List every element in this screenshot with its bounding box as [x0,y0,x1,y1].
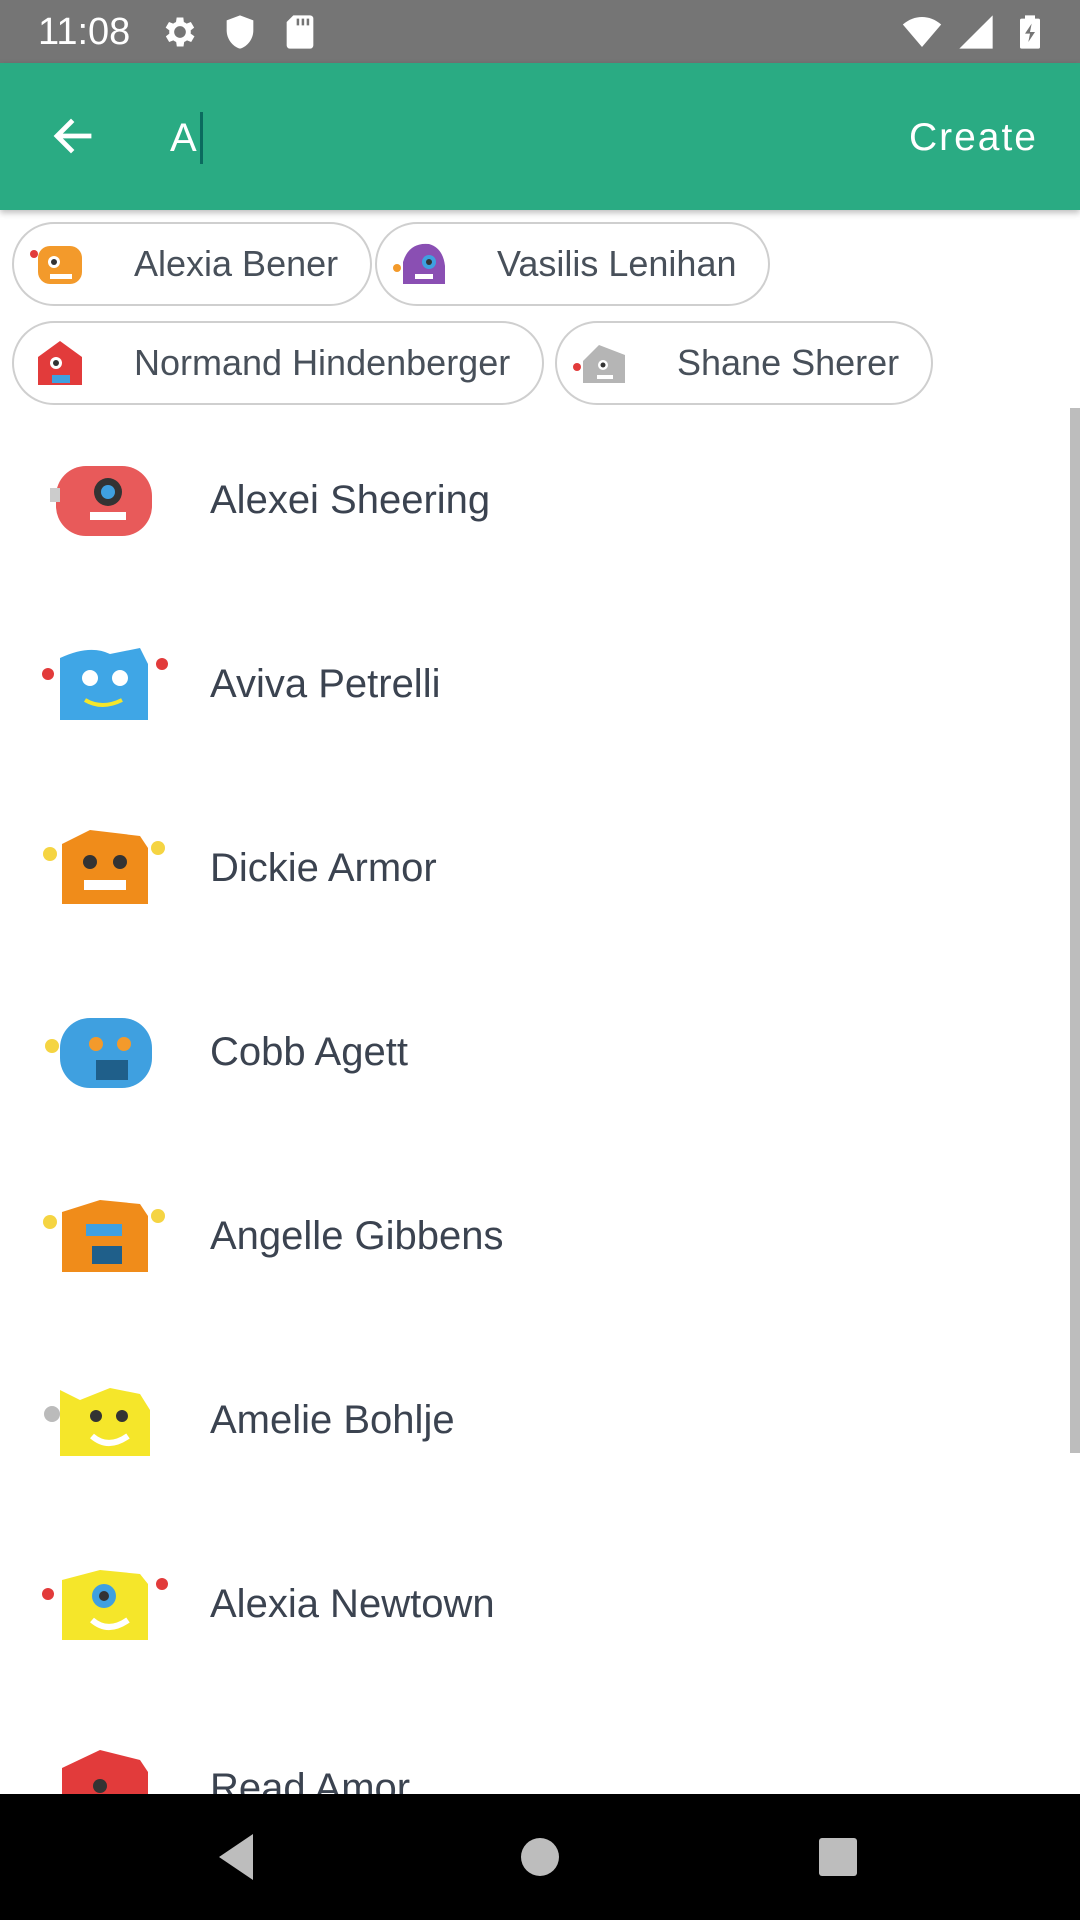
sd-card-icon [286,15,314,49]
list-item[interactable]: Dickie Armor [0,776,1068,960]
chip-alexia-bener[interactable]: Alexia Bener [12,222,373,306]
contact-name: Aviva Petrelli [210,662,441,706]
robot-avatar-icon [573,345,625,383]
status-icons-right [902,12,1050,52]
contact-name: Angelle Gibbens [210,1214,504,1258]
back-button[interactable] [40,103,106,169]
robot-avatar-icon [30,246,82,284]
contact-name: Read Amor [210,1766,411,1794]
signal-icon [959,15,993,49]
list-item[interactable]: Angelle Gibbens [0,1144,1068,1328]
contact-name: Amelie Bohlje [210,1398,455,1442]
shield-icon [226,15,254,49]
app-bar: A Create [0,63,1080,210]
chip-label: Shane Sherer [677,342,900,383]
robot-avatar-icon [42,648,168,720]
create-button[interactable]: Create [909,111,1038,165]
status-time: 11:08 [38,11,131,53]
robot-avatar-icon [44,1388,150,1456]
list-scrollbar[interactable] [1070,408,1080,1453]
home-circle-icon[interactable] [507,1824,573,1890]
list-item[interactable]: Amelie Bohlje [0,1328,1068,1512]
contact-name: Alexia Newtown [210,1582,495,1626]
robot-avatar-icon [43,1200,165,1272]
chip-label: Alexia Bener [134,243,339,284]
chip-vasilis-lenihan[interactable]: Vasilis Lenihan [375,222,771,306]
list-item[interactable]: Alexia Newtown [0,1512,1068,1696]
list-item[interactable]: Cobb Agett [0,960,1068,1144]
chip-shane-sherer[interactable]: Shane Sherer [555,321,934,405]
robot-avatar-icon [45,1018,152,1088]
robot-avatar-icon [38,341,82,385]
robot-avatar-icon [43,830,165,904]
robot-avatar-icon [62,1750,148,1794]
contact-name: Cobb Agett [210,1030,408,1074]
gear-icon [165,17,195,47]
list-item[interactable]: Alexei Sheering [0,408,1068,592]
list-item[interactable]: Aviva Petrelli [0,592,1068,776]
robot-avatar-icon [50,466,152,536]
chip-normand-hindenberger[interactable]: Normand Hindenberger [12,321,545,405]
back-triangle-icon[interactable] [205,1824,271,1890]
contact-name: Dickie Armor [210,846,437,890]
battery-charging-icon [1020,15,1040,49]
search-input[interactable]: A [170,105,730,171]
robot-avatar-icon [393,243,445,284]
status-icons-left [160,12,320,52]
system-nav-bar [0,1794,1080,1920]
status-bar: 11:08 [0,0,1080,63]
wifi-icon [902,17,942,47]
list-item[interactable]: Read Amor [0,1696,1068,1794]
robot-avatar-icon [42,1570,168,1640]
search-input-value: A [170,116,197,160]
recents-square-icon[interactable] [805,1824,871,1890]
contact-name: Alexei Sheering [210,478,491,522]
chip-label: Vasilis Lenihan [497,243,737,284]
chip-label: Normand Hindenberger [134,342,511,383]
contact-list: Alexei Sheering Aviva Petrelli Dickie Ar… [0,408,1068,1794]
text-caret [199,112,203,164]
arrow-back-icon [53,118,92,154]
